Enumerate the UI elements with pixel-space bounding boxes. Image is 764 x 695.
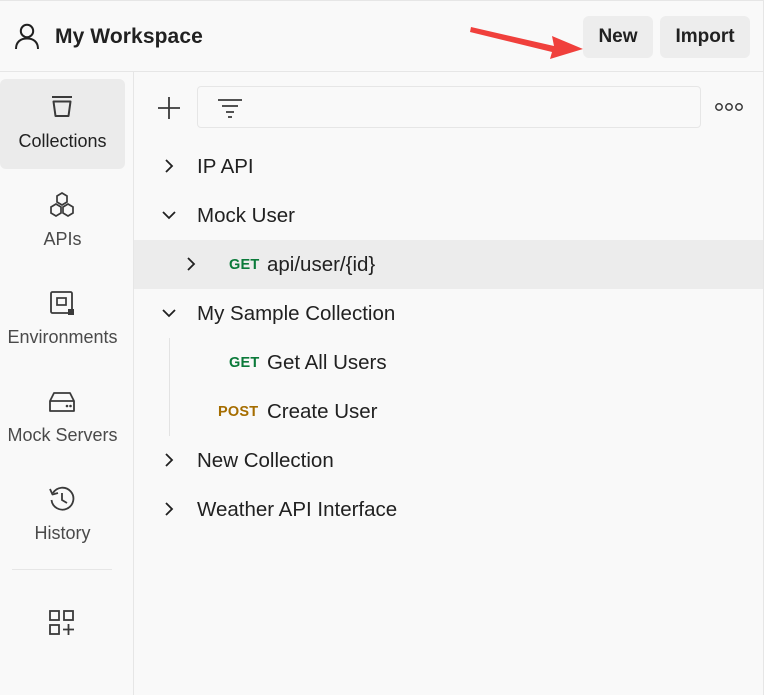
collection-label: My Sample Collection: [197, 302, 396, 325]
collection-label: Mock User: [197, 204, 295, 227]
sidebar-item-label: Mock Servers: [7, 425, 118, 445]
chevron-right-icon[interactable]: [183, 256, 199, 272]
more-options-icon[interactable]: [714, 98, 744, 116]
sidebar-item-environments[interactable]: Environments: [0, 275, 125, 365]
sidebar-item-history[interactable]: History: [0, 471, 125, 561]
chevron-down-icon[interactable]: [161, 207, 177, 223]
chevron-right-icon[interactable]: [161, 501, 177, 517]
new-button[interactable]: New: [583, 16, 653, 58]
environments-icon: [50, 291, 74, 315]
request-label: Create User: [267, 400, 378, 423]
sidebar-item-collections[interactable]: Collections: [0, 79, 125, 169]
sidebar-item-mock-servers[interactable]: Mock Servers: [0, 373, 125, 463]
filter-icon[interactable]: [217, 97, 243, 119]
sidebar: Collections APIs Environments Mock Serve…: [0, 72, 134, 695]
import-button[interactable]: Import: [660, 16, 750, 58]
collection-row[interactable]: IP API: [134, 142, 763, 191]
request-label: api/user/{id}: [267, 253, 376, 276]
apis-icon: [50, 192, 74, 217]
plus-icon[interactable]: [156, 95, 182, 121]
collection-row[interactable]: My Sample Collection: [134, 289, 763, 338]
request-row[interactable]: GET Get All Users: [134, 338, 763, 387]
history-icon: [49, 486, 75, 511]
workspace-title[interactable]: My Workspace: [55, 25, 203, 49]
collection-row[interactable]: Mock User: [134, 191, 763, 240]
search-input[interactable]: [197, 86, 701, 128]
sidebar-divider: [12, 569, 112, 570]
chevron-down-icon[interactable]: [161, 305, 177, 321]
chevron-right-icon[interactable]: [161, 452, 177, 468]
method-badge-get: GET: [229, 355, 260, 371]
configure-workbench-icon[interactable]: [48, 609, 76, 637]
sidebar-item-label: History: [34, 523, 91, 543]
workspace-header: My Workspace New Import: [0, 0, 764, 72]
user-icon: [15, 23, 39, 50]
mock-servers-icon: [49, 392, 75, 412]
method-badge-get: GET: [229, 257, 260, 273]
sidebar-item-apis[interactable]: APIs: [0, 177, 125, 267]
annotation-arrow: [470, 27, 583, 59]
collection-label: New Collection: [197, 449, 334, 472]
request-row[interactable]: GET api/user/{id}: [134, 240, 763, 289]
sidebar-item-label: Collections: [18, 131, 107, 151]
collection-label: IP API: [197, 155, 254, 178]
chevron-right-icon[interactable]: [161, 158, 177, 174]
sidebar-item-label: Environments: [7, 327, 118, 347]
postman-workspace-panel: My Workspace New Import Collections APIs: [0, 0, 764, 695]
sidebar-item-label: APIs: [43, 229, 82, 249]
collections-icon: [52, 96, 72, 117]
collection-row[interactable]: Weather API Interface: [134, 485, 763, 534]
method-badge-post: POST: [218, 404, 259, 420]
request-label: Get All Users: [267, 351, 387, 374]
collection-row[interactable]: New Collection: [134, 436, 763, 485]
collection-label: Weather API Interface: [197, 498, 398, 521]
request-row[interactable]: POST Create User: [134, 387, 763, 436]
